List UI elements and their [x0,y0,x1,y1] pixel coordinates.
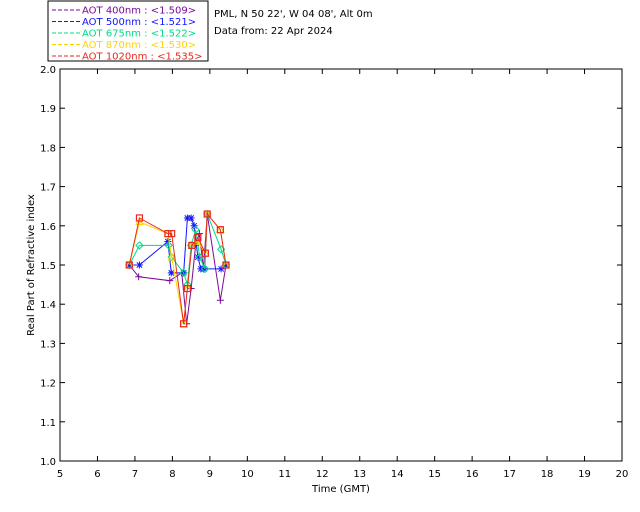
date-label: Data from: 22 Apr 2024 [214,26,333,37]
x-tick-label: 7 [132,469,138,480]
x-tick-label: 8 [169,469,175,480]
x-tick-label: 19 [578,469,591,480]
plot-area [124,209,231,328]
y-tick-label: 1.6 [40,222,56,233]
legend-label: AOT 675nm : <1.522> [82,29,196,40]
data-point [216,296,224,304]
y-tick-label: 1.0 [40,457,56,468]
x-tick-label: 17 [503,469,516,480]
x-axis-label: Time (GMT) [311,484,370,495]
x-tick-label: 12 [316,469,329,480]
legend-label: AOT 400nm : <1.509> [82,6,196,17]
data-point [166,277,174,285]
y-tick-label: 1.1 [40,418,56,429]
x-tick-label: 13 [353,469,366,480]
plot-frame [59,68,623,462]
site-label: PML, N 50 22', W 04 08', Alt 0m [214,9,373,20]
y-tick-label: 1.8 [40,143,56,154]
y-axis-label: Real Part of Refractive index [26,194,37,336]
y-tick-label: 1.5 [40,261,56,272]
y-tick-label: 2.0 [40,65,56,76]
data-point [135,261,143,269]
x-tick-label: 15 [428,469,441,480]
x-tick-label: 20 [616,469,629,480]
x-tick-label: 10 [241,469,254,480]
y-tick-label: 1.3 [40,339,56,350]
refractive-index-chart: AOT 400nm : <1.509>AOT 500nm : <1.521>AO… [26,0,629,495]
y-tick-label: 1.7 [40,183,56,194]
x-tick-label: 16 [466,469,479,480]
x-tick-label: 11 [278,469,291,480]
legend-label: AOT 500nm : <1.521> [82,17,196,28]
x-tick-label: 18 [541,469,554,480]
x-axis: 5 6 7 8 9 10 11 12 13 14 15 16 17 18 19 20 [57,69,629,480]
legend-label: AOT 1020nm : <1.535> [82,52,202,63]
x-tick-label: 9 [207,469,213,480]
legend: AOT 400nm : <1.509>AOT 500nm : <1.521>AO… [47,0,209,63]
y-tick-label: 1.9 [40,104,56,115]
data-point [187,214,195,222]
x-tick-label: 5 [57,469,63,480]
y-tick-label: 1.4 [40,300,56,311]
x-tick-label: 14 [391,469,404,480]
legend-label: AOT 870nm : <1.530> [82,40,196,51]
x-tick-label: 6 [94,469,100,480]
y-tick-label: 1.2 [40,379,56,390]
series-line [128,213,227,285]
